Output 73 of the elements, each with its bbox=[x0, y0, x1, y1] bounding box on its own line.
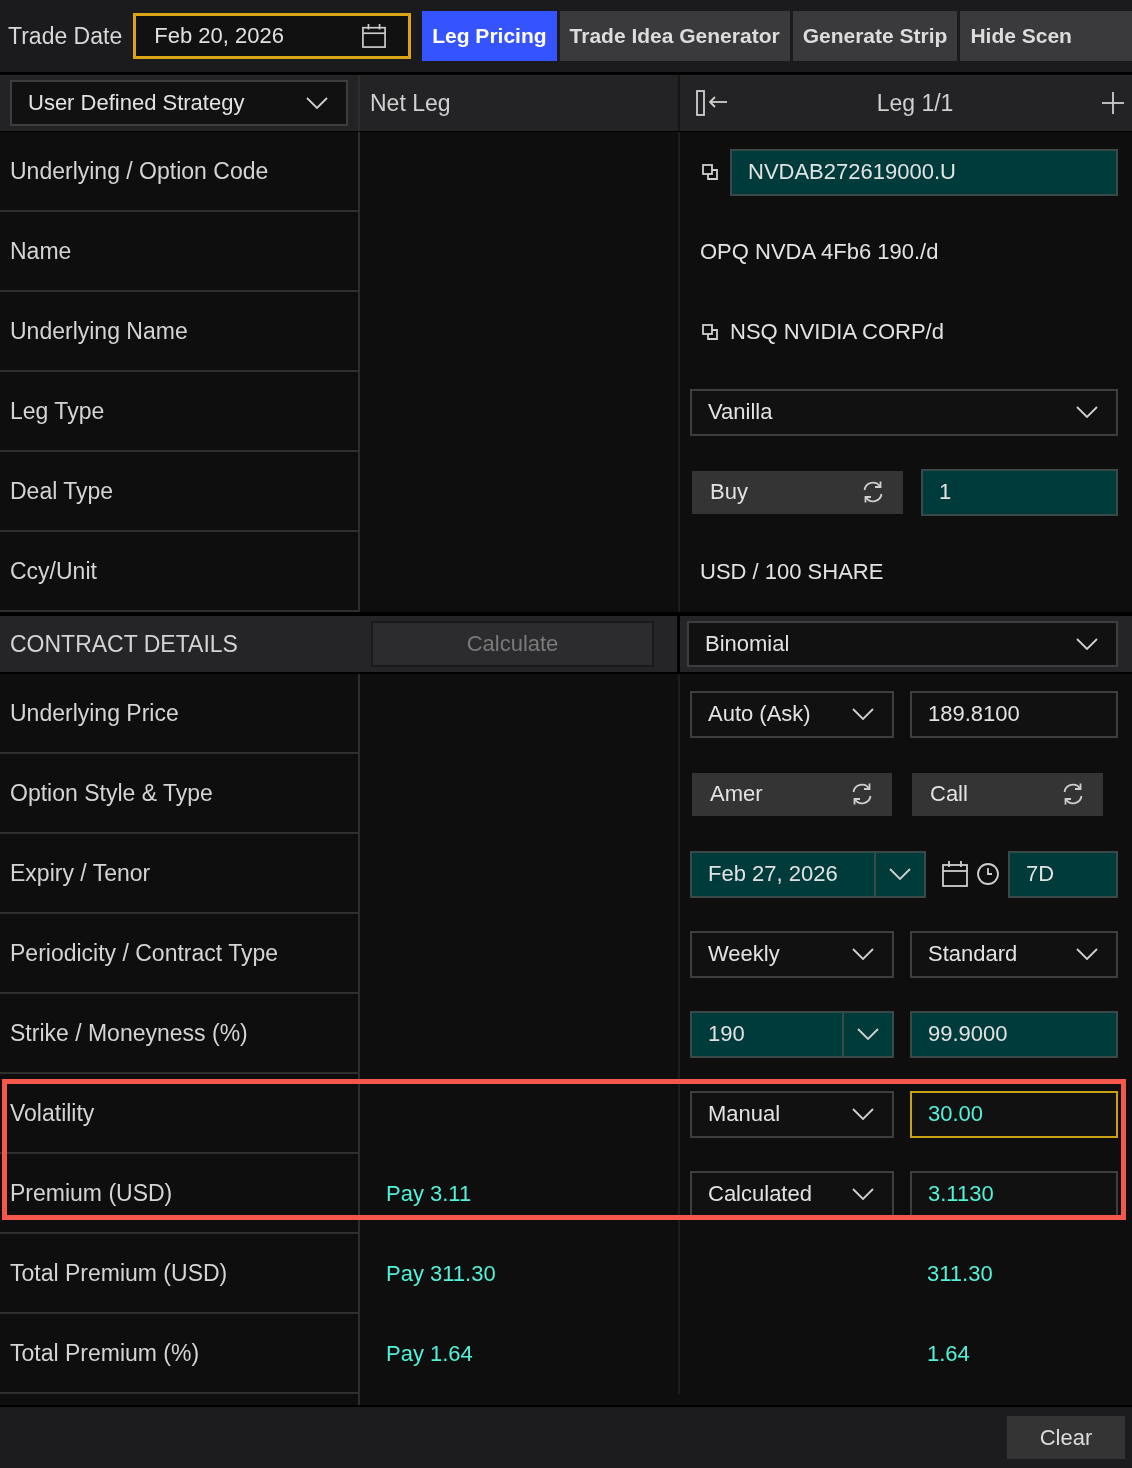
net-amount: Pay 1.64 bbox=[386, 1341, 473, 1367]
chevron-icon bbox=[1076, 638, 1098, 650]
dropdown[interactable]: Calculated bbox=[690, 1170, 894, 1218]
leg-amount: 311.30 bbox=[927, 1261, 993, 1287]
field-label: Option Style & Type bbox=[10, 779, 213, 807]
tab[interactable]: Hide Scen bbox=[960, 11, 1132, 61]
dropdown[interactable]: Manual bbox=[690, 1090, 894, 1138]
net-amount: Pay 3.11 bbox=[386, 1181, 472, 1207]
dropdown[interactable]: Binomial bbox=[687, 621, 1118, 667]
dropdown[interactable]: Weekly bbox=[690, 930, 894, 978]
copy-icon[interactable] bbox=[702, 164, 718, 180]
toggle-button[interactable]: Amer bbox=[692, 772, 892, 816]
value-text: OPQ NVDA 4Fb6 190./d bbox=[700, 239, 939, 265]
section-title: CONTRACT DETAILS bbox=[10, 630, 238, 658]
field-label: Leg Type bbox=[10, 397, 105, 425]
input-field[interactable]: 7D bbox=[1008, 850, 1118, 898]
chevron-icon bbox=[1076, 948, 1098, 960]
chevron-icon bbox=[852, 1188, 874, 1200]
field-label: Underlying Price bbox=[10, 699, 179, 727]
field-label: Strike / Moneyness (%) bbox=[10, 1019, 248, 1047]
chevron-icon bbox=[306, 97, 328, 109]
field-label: Total Premium (%) bbox=[10, 1339, 200, 1367]
toggle-button[interactable]: Call bbox=[912, 772, 1103, 816]
tab[interactable]: Leg Pricing bbox=[422, 11, 557, 61]
leg-amount: 1.64 bbox=[927, 1341, 970, 1367]
field-label: Ccy/Unit bbox=[10, 557, 97, 585]
column-heading: Net Leg bbox=[370, 89, 451, 117]
calendar-icon[interactable] bbox=[942, 861, 968, 887]
tab[interactable]: Trade Idea Generator bbox=[559, 11, 790, 61]
chevron-icon bbox=[889, 868, 911, 880]
circular-arrows-icon bbox=[850, 782, 874, 806]
clock-icon[interactable] bbox=[977, 863, 999, 885]
field-label: Premium (USD) bbox=[10, 1179, 173, 1207]
dropdown[interactable]: Standard bbox=[910, 930, 1118, 978]
field-label: Volatility bbox=[10, 1099, 95, 1127]
field-label: Total Premium (USD) bbox=[10, 1259, 228, 1287]
input-field[interactable]: NVDAB272619000.U bbox=[730, 148, 1118, 196]
circular-arrows-icon bbox=[1061, 782, 1085, 806]
input-field[interactable]: 1 bbox=[921, 468, 1118, 516]
input-field[interactable]: 30.00 bbox=[910, 1090, 1118, 1138]
field-label: Name bbox=[10, 237, 72, 265]
copy-icon[interactable] bbox=[702, 324, 718, 340]
chevron-icon bbox=[857, 1028, 879, 1040]
combo-field[interactable]: 190 bbox=[690, 1010, 894, 1058]
value-text: NSQ NVIDIA CORP/d bbox=[730, 319, 944, 345]
column-heading: Leg 1/1 bbox=[876, 89, 954, 117]
date-field[interactable]: Feb 20, 2026 bbox=[133, 13, 412, 59]
field-label: Expiry / Tenor bbox=[10, 859, 151, 887]
collapse-icon[interactable] bbox=[696, 90, 728, 116]
field-label: Trade Date bbox=[8, 22, 123, 50]
input-field[interactable]: 3.1130 bbox=[910, 1170, 1118, 1218]
chevron-icon bbox=[1076, 406, 1098, 418]
circular-arrows-icon bbox=[861, 480, 885, 504]
value-text: USD / 100 SHARE bbox=[700, 559, 884, 585]
dropdown[interactable]: Auto (Ask) bbox=[690, 690, 894, 738]
field-label: Periodicity / Contract Type bbox=[10, 939, 279, 967]
tab[interactable]: Generate Strip bbox=[792, 11, 958, 61]
calendar-icon[interactable] bbox=[362, 24, 387, 48]
field-label: Underlying Name bbox=[10, 317, 188, 345]
chevron-icon bbox=[852, 708, 874, 720]
clear-button[interactable]: Clear bbox=[1007, 1416, 1125, 1459]
field-label: Underlying / Option Code bbox=[10, 157, 269, 185]
net-amount: Pay 311.30 bbox=[386, 1261, 496, 1287]
toggle-button[interactable]: Buy bbox=[692, 470, 903, 514]
field-label: Deal Type bbox=[10, 477, 114, 505]
strategy-dropdown[interactable]: User Defined Strategy bbox=[10, 80, 348, 126]
chevron-icon bbox=[852, 1108, 874, 1120]
plus-icon[interactable] bbox=[1102, 92, 1124, 114]
dropdown[interactable]: Vanilla bbox=[690, 388, 1118, 436]
input-field[interactable]: 189.8100 bbox=[910, 690, 1118, 738]
combo-field[interactable]: Feb 27, 2026 bbox=[690, 850, 926, 898]
input-field[interactable]: 99.9000 bbox=[910, 1010, 1118, 1058]
chevron-icon bbox=[852, 948, 874, 960]
